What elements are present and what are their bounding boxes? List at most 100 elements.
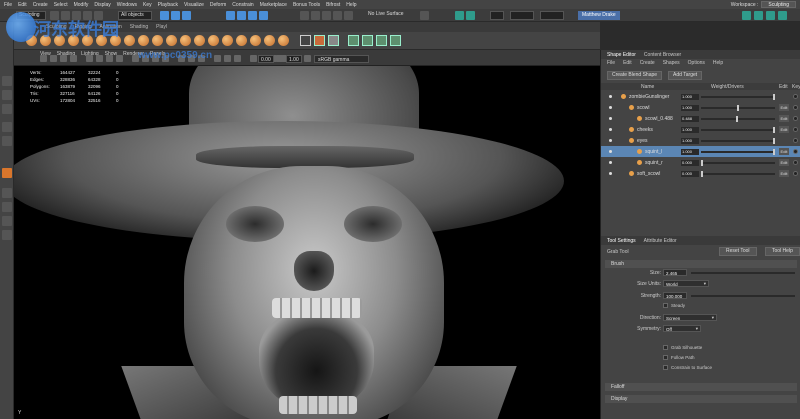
ambient-occlusion-icon[interactable] bbox=[214, 55, 221, 62]
weight-slider-handle[interactable] bbox=[773, 127, 775, 133]
imprint-brush-icon[interactable] bbox=[152, 35, 163, 46]
input-field-b[interactable] bbox=[510, 11, 534, 20]
anti-aliasing-icon[interactable] bbox=[234, 55, 241, 62]
blend-shape-a-icon[interactable] bbox=[348, 35, 359, 46]
se-menu-shapes[interactable]: Shapes bbox=[663, 60, 680, 66]
exposure-field[interactable]: 0.00 bbox=[258, 55, 274, 63]
ipr-render-icon[interactable] bbox=[466, 11, 475, 20]
select-by-hierarchy-icon[interactable] bbox=[160, 11, 169, 20]
four-view-layout-icon[interactable] bbox=[2, 202, 12, 212]
input-field-a[interactable] bbox=[490, 11, 504, 20]
shelf-tab-shading[interactable]: Shading bbox=[130, 24, 148, 30]
grid-icon[interactable] bbox=[328, 35, 339, 46]
key-button-icon[interactable] bbox=[793, 160, 798, 165]
menu-select[interactable]: Select bbox=[54, 2, 68, 8]
menu-constrain[interactable]: Constrain bbox=[232, 2, 253, 8]
select-uv-icon[interactable] bbox=[259, 11, 268, 20]
select-by-object-icon[interactable] bbox=[171, 11, 180, 20]
image-plane-icon[interactable] bbox=[70, 55, 77, 62]
channel-box-toggle-icon[interactable] bbox=[778, 11, 787, 20]
tool-help-button[interactable]: Tool Help bbox=[765, 247, 800, 256]
shape-row[interactable]: scowl_0.488 0.488 Edit bbox=[601, 113, 800, 124]
key-button-icon[interactable] bbox=[793, 127, 798, 132]
grid-toggle-icon[interactable] bbox=[86, 55, 93, 62]
size-field[interactable]: 2.465 bbox=[663, 269, 687, 276]
steady-checkbox[interactable] bbox=[663, 303, 668, 308]
snap-point-icon[interactable] bbox=[322, 11, 331, 20]
create-blend-shape-button[interactable]: Create Blend Shape bbox=[607, 71, 663, 80]
shape-row[interactable]: squint_l 1.000 Edit bbox=[601, 146, 800, 157]
key-button-icon[interactable] bbox=[793, 138, 798, 143]
weight-slider-handle[interactable] bbox=[737, 105, 739, 111]
shape-row[interactable]: zombieGunslinger 1.000 bbox=[601, 91, 800, 102]
snap-surface-icon[interactable] bbox=[344, 11, 353, 20]
two-view-layout-icon[interactable] bbox=[2, 216, 12, 226]
rotate-tool-icon[interactable] bbox=[2, 136, 12, 146]
user-account[interactable]: Matthew Drake bbox=[578, 11, 620, 20]
menu-modify[interactable]: Modify bbox=[74, 2, 89, 8]
visibility-dot-icon[interactable] bbox=[609, 128, 612, 131]
single-view-layout-icon[interactable] bbox=[2, 188, 12, 198]
weight-slider[interactable] bbox=[701, 96, 775, 98]
tab-tool-settings[interactable]: Tool Settings bbox=[607, 238, 636, 244]
camera-icon[interactable] bbox=[40, 55, 47, 62]
menu-display[interactable]: Display bbox=[94, 2, 110, 8]
visibility-dot-icon[interactable] bbox=[609, 150, 612, 153]
spray-brush-icon[interactable] bbox=[124, 35, 135, 46]
shape-row[interactable]: cheeks 1.000 Edit bbox=[601, 124, 800, 135]
edit-button[interactable]: Edit bbox=[779, 104, 789, 111]
reset-tool-button[interactable]: Reset Tool bbox=[719, 247, 757, 256]
workspace-dropdown[interactable]: Sculpting bbox=[761, 1, 796, 8]
snap-grid-icon[interactable] bbox=[300, 11, 309, 20]
repeat-brush-icon[interactable] bbox=[138, 35, 149, 46]
lasso-tool-icon[interactable] bbox=[2, 90, 12, 100]
grab-silhouette-checkbox[interactable] bbox=[663, 345, 668, 350]
menu-visualize[interactable]: Visualize bbox=[184, 2, 204, 8]
weight-field[interactable]: 0.000 bbox=[681, 171, 699, 177]
menu-marketplace[interactable]: Marketplace bbox=[260, 2, 287, 8]
viewport[interactable]: Verts: 164427 32224 0 Edges: 328836 6432… bbox=[14, 66, 600, 419]
weight-field[interactable]: 1.000 bbox=[681, 127, 699, 133]
visibility-dot-icon[interactable] bbox=[609, 117, 612, 120]
snap-view-icon[interactable] bbox=[333, 11, 342, 20]
blend-shape-b-icon[interactable] bbox=[362, 35, 373, 46]
film-gate-icon[interactable] bbox=[96, 55, 103, 62]
shape-row[interactable]: scowl 1.000 Edit bbox=[601, 102, 800, 113]
grab-tool-icon[interactable] bbox=[2, 168, 12, 178]
shape-row[interactable]: soft_scowl 0.000 Edit bbox=[601, 168, 800, 179]
shape-row[interactable]: eyes 1.000 bbox=[601, 135, 800, 146]
tab-attribute-editor[interactable]: Attribute Editor bbox=[644, 238, 677, 244]
se-menu-create[interactable]: Create bbox=[640, 60, 655, 66]
menu-create[interactable]: Create bbox=[33, 2, 48, 8]
visibility-dot-icon[interactable] bbox=[609, 172, 612, 175]
knife-brush-icon[interactable] bbox=[208, 35, 219, 46]
weight-slider[interactable] bbox=[701, 151, 775, 153]
blend-shape-c-icon[interactable] bbox=[376, 35, 387, 46]
weight-slider-handle[interactable] bbox=[701, 160, 703, 166]
weight-slider-handle[interactable] bbox=[773, 138, 775, 144]
select-vertex-icon[interactable] bbox=[226, 11, 235, 20]
weight-slider[interactable] bbox=[701, 162, 775, 164]
weight-field[interactable]: 1.000 bbox=[681, 94, 699, 100]
weight-field[interactable]: 1.000 bbox=[681, 149, 699, 155]
colorspace-dropdown[interactable]: sRGB gamma bbox=[314, 55, 369, 63]
weight-slider-handle[interactable] bbox=[736, 116, 739, 122]
key-button-icon[interactable] bbox=[793, 116, 798, 121]
visibility-dot-icon[interactable] bbox=[609, 95, 612, 98]
se-menu-file[interactable]: File bbox=[607, 60, 615, 66]
bookmark-icon[interactable] bbox=[60, 55, 67, 62]
wax-brush-icon[interactable] bbox=[166, 35, 177, 46]
edit-button[interactable]: Edit bbox=[779, 170, 789, 177]
key-button-icon[interactable] bbox=[793, 94, 798, 99]
paint-select-tool-icon[interactable] bbox=[2, 104, 12, 114]
select-by-component-icon[interactable] bbox=[182, 11, 191, 20]
select-tool-icon[interactable] bbox=[2, 76, 12, 86]
key-button-icon[interactable] bbox=[793, 105, 798, 110]
render-icon[interactable] bbox=[455, 11, 464, 20]
menu-file[interactable]: File bbox=[4, 2, 12, 8]
select-edge-icon[interactable] bbox=[237, 11, 246, 20]
shelf-tab-playl[interactable]: Playl bbox=[156, 24, 167, 30]
menu-help[interactable]: Help bbox=[346, 2, 356, 8]
motion-blur-icon[interactable] bbox=[224, 55, 231, 62]
construction-history-icon[interactable] bbox=[420, 11, 429, 20]
